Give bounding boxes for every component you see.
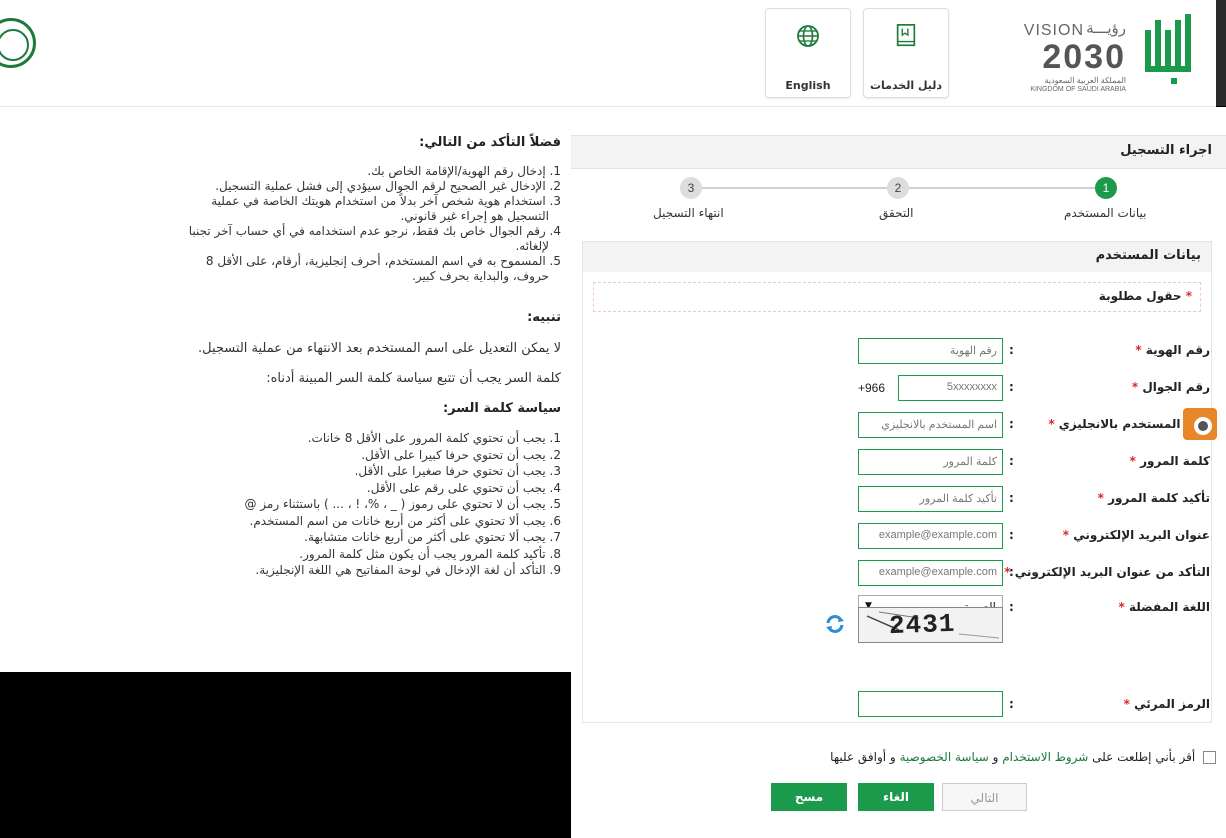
step-3-label: انتهاء التسجيل [653,206,724,220]
list-item: 5. المسموح به في اسم المستخدم، أحرف إنجل… [205,254,561,268]
user-data-form: بيانات المستخدم * حقول مطلوبة [582,241,1212,723]
instructions-panel: فضلاً التأكد من التالي: 1. إدخال رقم اله… [0,107,571,672]
list-item: 7. يجب ألا تحتوي على أكثر من أربع خانات … [304,530,561,544]
floating-widget-icon[interactable] [1181,406,1221,442]
colon: : [1009,697,1014,711]
list-item: 5. يجب أن لا تحتوي على رموز ( _ ، %، ! ،… [244,497,561,511]
refresh-icon[interactable] [824,613,846,635]
username-input[interactable]: اسم المستخدم بالانجليزي [858,412,1003,438]
confirm-password-label: تأكيد كلمة المرور * [1097,491,1210,505]
required-note-box: * حقول مطلوبة [593,282,1201,312]
colon: : [1009,417,1014,431]
list-item: التسجيل هو إجراء غير قانوني. [400,209,549,223]
password-label: كلمة المرور * [1129,454,1210,468]
step-2-circle: 2 [887,177,909,199]
registration-header: اجراء التسجيل [571,135,1226,169]
english-label: English [785,79,831,92]
mobile-label: رقم الجوال * [1131,380,1210,394]
step-2-label: التحقق [879,206,914,220]
password-policy-list: 1. يجب أن تحتوي كلمة المرور على الأقل 8 … [244,430,561,579]
colon: : [1009,600,1014,614]
step-1-circle: 1 [1095,177,1117,199]
list-item: 8. تأكيد كلمة المرور يجب أن يكون مثل كلم… [299,546,561,561]
email-label: عنوان البريد الإلكتروني * [1062,528,1210,542]
instructions-list: 1. إدخال رقم الهوية/الإقامة الخاص بك. 2.… [189,164,561,284]
email-input[interactable]: example@example.com [858,523,1003,549]
saudi-emblem-icon [0,18,36,68]
list-item: 2. يجب أن تحتوي حرفا كبيرا على الأقل. [361,447,561,462]
list-item: 3. يجب أن تحتوي حرفا صغيرا على الأقل. [354,464,561,478]
list-item: لإلغائه. [515,239,549,253]
form-header: بيانات المستخدم [583,242,1211,272]
step-1-label: بيانات المستخدم [1064,206,1147,220]
list-item: 9. التأكد أن لغة الإدخال في لوحة المفاتي… [255,563,561,577]
list-item: 2. الإدخال غير الصحيح لرقم الجوال سيؤدي … [215,179,561,193]
clear-button[interactable]: مسح [771,783,847,811]
confirm-password-input[interactable]: تأكيد كلمة المرور [858,486,1003,512]
absher-logo-icon [1145,14,1191,84]
language-label: اللغة المفضلة * [1118,600,1210,614]
colon: : [1009,491,1014,505]
next-button[interactable]: التالي [942,783,1027,811]
terms-link[interactable]: شروط الاستخدام [1002,750,1088,764]
agree-checkbox[interactable] [1203,751,1216,764]
agree-terms: أقر بأني إطلعت على شروط الاستخدام و سياس… [830,750,1216,764]
services-guide-button[interactable]: دليل الخدمات [863,8,949,98]
list-item: حروف، والبداية بحرف كبير. [412,269,549,283]
globe-icon [797,25,819,47]
captcha-input[interactable] [858,691,1003,717]
list-item: 4. يجب أن تحتوي على رقم على الأقل. [366,480,561,495]
registration-title: اجراء التسجيل [1120,143,1212,158]
required-note: * حقول مطلوبة [1098,289,1192,303]
id-input[interactable]: رقم الهوية [858,338,1003,364]
services-guide-label: دليل الخدمات [869,79,943,92]
captcha-image: 2431 [858,607,1003,643]
colon: : [1009,454,1014,468]
list-item: 1. إدخال رقم الهوية/الإقامة الخاص بك. [367,164,561,178]
warning-text: لا يمكن التعديل على اسم المستخدم بعد الا… [198,341,561,356]
instructions-title: فضلاً التأكد من التالي: [419,135,561,150]
window-edge [1216,0,1226,106]
list-item: 3. استخدام هوية شخص آخر بدلاً من استخدام… [211,194,561,208]
cancel-button[interactable]: الغاء [858,783,934,811]
colon: : [1009,528,1014,542]
captcha-text: 2431 [888,608,956,642]
book-icon [896,24,916,47]
confirm-email-label: التأكد من عنوان البريد الإلكتروني * [1004,565,1210,579]
privacy-link[interactable]: سياسة الخصوصية [900,750,989,764]
english-language-button[interactable]: English [765,8,851,98]
colon: : [1009,343,1014,357]
list-item: 4. رقم الجوال خاص بك فقط، نرجو عدم استخد… [188,224,561,238]
mobile-input[interactable]: 5xxxxxxxx [898,375,1003,401]
colon: : [1009,565,1014,579]
list-item: 1. يجب أن تحتوي كلمة المرور على الأقل 8 … [307,431,561,445]
registration-panel: اجراء التسجيل 1 بيانات المستخدم 2 التحقق… [571,107,1226,838]
mobile-country-code: +966 [858,381,886,395]
colon: : [1009,380,1014,394]
password-input[interactable]: كلمة المرور [858,449,1003,475]
password-note: كلمة السر يجب أن تتبع سياسة كلمة السر ال… [266,371,561,386]
password-policy-title: سياسة كلمة السر: [442,401,561,416]
form-title: بيانات المستخدم [1095,248,1201,263]
captcha-label: الرمز المرئي * [1123,697,1210,711]
step-3-circle: 3 [680,177,702,199]
id-label: رقم الهوية * [1135,343,1210,357]
vision-2030-logo: VISION رؤيـــة 2030 المملكة العربية السع… [1023,20,1126,93]
site-header: English دليل الخدمات VISION رؤيـــة 2030… [0,0,1216,107]
warning-title: تنبيه: [527,310,561,325]
confirm-email-input[interactable]: example@example.com [858,560,1003,586]
list-item: 6. يجب ألا تحتوي على أكثر من أربع خانات … [249,513,561,528]
